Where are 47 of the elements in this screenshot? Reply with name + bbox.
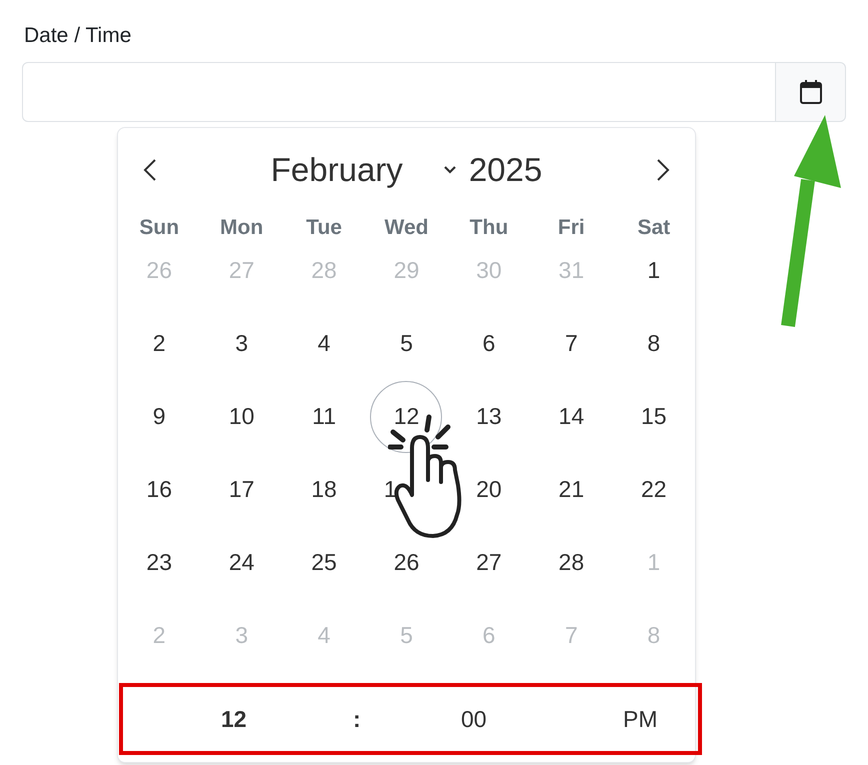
- day-cell[interactable]: 25: [301, 542, 348, 582]
- day-cell[interactable]: 6: [466, 324, 512, 364]
- day-cell[interactable]: 2: [136, 324, 182, 364]
- calendar-icon: [798, 78, 822, 104]
- day-cell[interactable]: 23: [136, 542, 182, 582]
- year-input[interactable]: 2025: [468, 145, 542, 195]
- day-cell[interactable]: 10: [218, 396, 265, 436]
- hour-value[interactable]: 12: [221, 702, 247, 736]
- weekday-header: Sun: [139, 215, 180, 241]
- day-cell[interactable]: 18: [301, 470, 348, 510]
- day-cell[interactable]: 17: [218, 470, 265, 510]
- day-cell[interactable]: 26: [383, 542, 430, 582]
- month-select[interactable]: February: [270, 145, 457, 195]
- date-input-field[interactable]: [22, 62, 776, 122]
- weekday-header: Wed: [384, 215, 428, 241]
- day-cell[interactable]: 16: [136, 470, 182, 510]
- day-cell[interactable]: 9: [136, 396, 182, 436]
- day-cell[interactable]: 4: [301, 324, 348, 364]
- day-cell[interactable]: 28: [548, 542, 594, 582]
- chevron-right-icon: [656, 158, 670, 182]
- day-cell[interactable]: 1: [384, 474, 396, 504]
- weekday-header: Tue: [306, 215, 342, 241]
- day-cell[interactable]: 22: [630, 470, 677, 510]
- weekday-header: Thu: [470, 215, 508, 241]
- day-cell[interactable]: 20: [466, 470, 512, 510]
- chevron-down-icon: [442, 165, 457, 175]
- period-toggle[interactable]: PM: [623, 702, 658, 736]
- day-cell[interactable]: 14: [548, 396, 594, 436]
- day-cell[interactable]: 21: [548, 470, 594, 510]
- weekday-header: Mon: [220, 215, 264, 241]
- day-cell[interactable]: 11: [301, 396, 348, 436]
- field-label: Date / Time: [24, 23, 132, 49]
- day-cell[interactable]: 27: [466, 542, 512, 582]
- day-cell[interactable]: 7: [548, 324, 594, 364]
- calendar-button[interactable]: [776, 62, 846, 122]
- minute-value[interactable]: 00: [461, 702, 487, 736]
- day-cell[interactable]: 13: [466, 396, 512, 436]
- weekday-header: Sat: [637, 215, 670, 241]
- chevron-left-icon: [143, 158, 157, 182]
- day-cell[interactable]: 5: [383, 324, 430, 364]
- day-cell[interactable]: 3: [218, 324, 265, 364]
- day-cell[interactable]: 8: [630, 324, 677, 364]
- day-cell[interactable]: 15: [630, 396, 677, 436]
- time-separator: :: [353, 704, 361, 734]
- day-cell[interactable]: 1: [630, 250, 677, 290]
- day-cell[interactable]: 24: [218, 542, 265, 582]
- weekday-header: Fri: [558, 215, 585, 241]
